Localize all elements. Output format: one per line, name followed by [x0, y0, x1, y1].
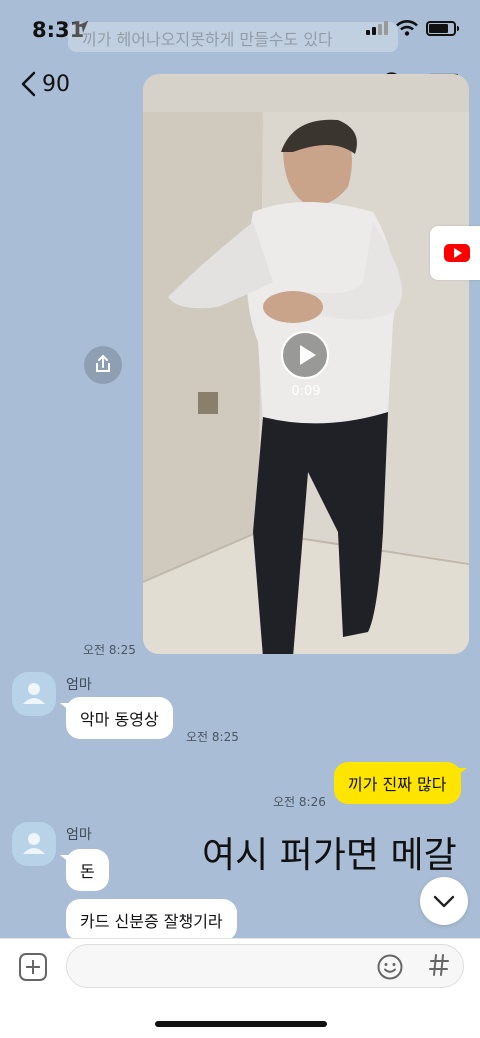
message-time: 오전 8:25 — [186, 730, 239, 744]
avatar[interactable] — [12, 822, 56, 866]
person-icon — [23, 833, 45, 854]
chevron-down-icon — [433, 895, 455, 908]
youtube-icon — [444, 244, 470, 262]
hash-icon[interactable] — [428, 952, 450, 978]
message-bubble[interactable]: 악마 동영상 — [60, 697, 173, 739]
message-input[interactable] — [66, 944, 464, 988]
home-indicator — [155, 1021, 327, 1027]
battery-icon — [426, 20, 459, 36]
sender-name: 엄마 — [66, 827, 92, 843]
emoji-icon[interactable] — [376, 953, 404, 981]
play-button[interactable] — [281, 331, 329, 379]
video-duration: 0:09 — [291, 384, 321, 399]
share-button[interactable] — [84, 346, 122, 384]
person-icon — [23, 683, 45, 704]
message-bubble[interactable]: 카드 신분증 잘챙기라 — [66, 899, 237, 941]
avatar[interactable] — [12, 672, 56, 716]
overlay-caption: 여시 퍼가면 메갈 — [202, 835, 457, 876]
scroll-down-button[interactable] — [420, 877, 468, 925]
wifi-icon — [396, 20, 418, 36]
plus-icon[interactable] — [19, 953, 47, 981]
back-chevron-icon[interactable] — [18, 70, 40, 98]
signal-icon — [366, 21, 388, 35]
notice-banner[interactable]: 끼가 헤어나오지못하게 만들수도 있다 — [68, 22, 398, 52]
message-bubble[interactable]: 돈 — [60, 849, 109, 891]
video-message[interactable]: 0:09 — [143, 74, 469, 654]
sender-name: 엄마 — [66, 677, 92, 693]
share-icon — [96, 354, 110, 372]
message-time: 오전 8:26 — [273, 795, 326, 809]
my-message-bubble[interactable]: 끼가 진짜 많다 — [334, 762, 466, 804]
video-thumbnail — [143, 112, 469, 654]
youtube-button[interactable] — [430, 226, 480, 280]
message-time: 오전 8:25 — [83, 643, 136, 657]
status-icons — [366, 20, 459, 36]
back-unread-count[interactable]: 90 — [42, 72, 70, 97]
